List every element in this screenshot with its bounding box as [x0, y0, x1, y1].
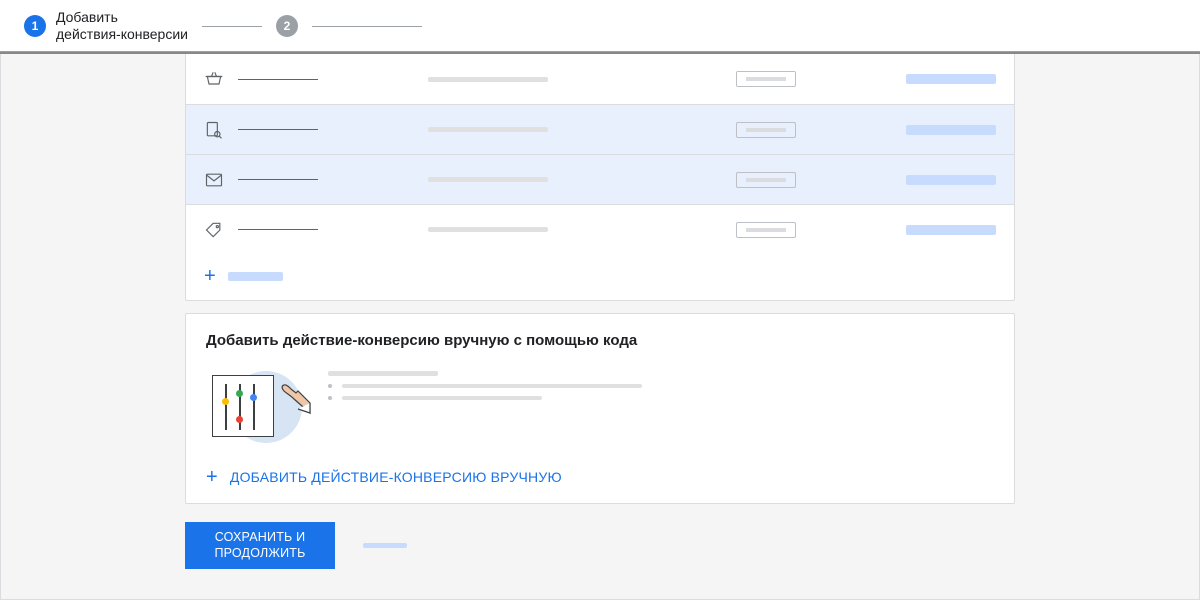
row-name — [238, 229, 428, 230]
step-2-circle: 2 — [276, 15, 298, 37]
mail-icon — [204, 170, 238, 190]
add-manual-conversion-button[interactable]: + ДОБАВИТЬ ДЕЙСТВИЕ-КОНВЕРСИЮ ВРУЧНУЮ — [206, 467, 994, 487]
table-row[interactable] — [186, 204, 1014, 254]
stepper-header: 1 Добавить действия-конверсии 2 — [0, 0, 1200, 54]
row-desc — [428, 227, 736, 232]
plus-icon: + — [206, 467, 218, 487]
save-and-continue-button[interactable]: СОХРАНИТЬ И ПРОДОЛЖИТЬ — [185, 522, 335, 569]
footer-actions: СОХРАНИТЬ И ПРОДОЛЖИТЬ — [185, 522, 1015, 569]
manual-add-card: Добавить действие-конверсию вручную с по… — [185, 313, 1015, 504]
conversion-table — [186, 54, 1014, 254]
row-cta[interactable] — [876, 225, 996, 235]
step-1-circle: 1 — [24, 15, 46, 37]
row-chip — [736, 71, 876, 87]
add-conversion-inline[interactable]: + — [186, 254, 1014, 300]
stepper-trailing-line — [312, 26, 422, 27]
add-manual-conversion-label: ДОБАВИТЬ ДЕЙСТВИЕ-КОНВЕРСИЮ ВРУЧНУЮ — [230, 469, 562, 485]
row-name — [238, 179, 428, 180]
row-desc — [428, 177, 736, 182]
hand-icon — [272, 379, 312, 415]
row-cta[interactable] — [876, 74, 996, 84]
add-conversion-label — [228, 272, 283, 281]
step-1[interactable]: 1 Добавить действия-конверсии — [24, 9, 188, 43]
row-cta[interactable] — [876, 125, 996, 135]
table-row[interactable] — [186, 104, 1014, 154]
tag-icon — [204, 220, 238, 240]
page-body: + Добавить действие-конверсию вручную с … — [0, 54, 1200, 600]
row-desc — [428, 77, 736, 82]
step-1-label: Добавить действия-конверсии — [56, 9, 188, 43]
row-cta[interactable] — [876, 175, 996, 185]
row-desc — [428, 127, 736, 132]
table-row[interactable] — [186, 154, 1014, 204]
plus-icon: + — [204, 266, 216, 286]
search-page-icon — [204, 120, 238, 140]
secondary-action[interactable] — [363, 543, 407, 548]
table-row[interactable] — [186, 54, 1014, 104]
manual-add-title: Добавить действие-конверсию вручную с по… — [206, 332, 994, 349]
conversion-list-card: + — [185, 54, 1015, 301]
step-2[interactable]: 2 — [276, 15, 298, 37]
manual-illustration — [206, 365, 302, 445]
basket-icon — [204, 69, 238, 89]
row-chip — [736, 222, 876, 238]
manual-description — [328, 365, 994, 400]
row-chip — [736, 122, 876, 138]
row-chip — [736, 172, 876, 188]
row-name — [238, 79, 428, 80]
row-name — [238, 129, 428, 130]
stepper-connector — [202, 26, 262, 27]
